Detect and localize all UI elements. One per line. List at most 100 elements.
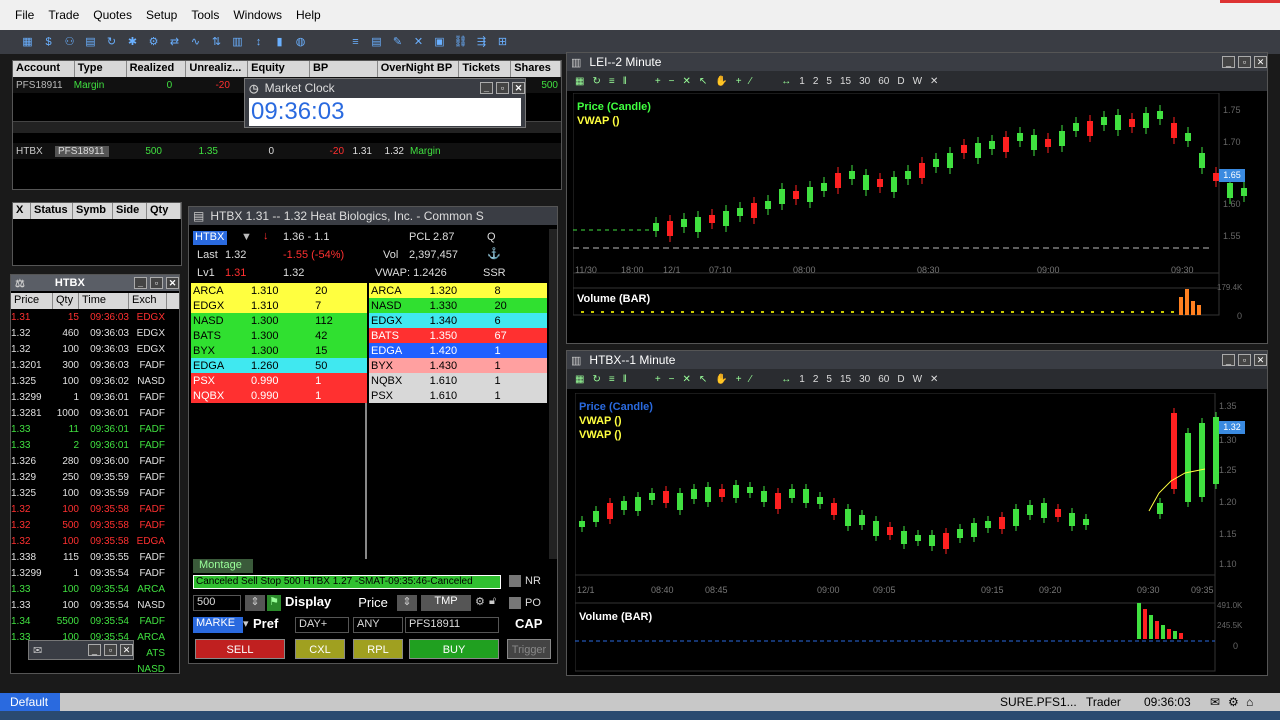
tf-2[interactable]: 2	[813, 76, 819, 87]
account-select[interactable]: PFS18911	[405, 617, 499, 633]
bid-row[interactable]: NASD 1.300 112	[191, 313, 367, 328]
menu-icon[interactable]: ≡	[609, 374, 615, 385]
col-shares[interactable]: Shares	[511, 61, 562, 77]
ts-col-exch[interactable]: Exch	[129, 293, 167, 309]
fit-icon[interactable]: ✕	[683, 374, 691, 385]
expand-icon[interactable]: ↔	[781, 374, 791, 385]
transfer-icon[interactable]: ⇄	[167, 35, 182, 49]
settings-icon[interactable]: ✱	[125, 35, 140, 49]
gear-icon[interactable]: ⚙	[146, 35, 161, 49]
flow-icon[interactable]: ⇶	[474, 35, 489, 49]
tf-15[interactable]: 15	[840, 76, 851, 87]
price-label[interactable]: Price	[349, 595, 397, 611]
maximize-icon[interactable]: ▫	[1238, 56, 1251, 68]
cxl-button[interactable]: CXL	[295, 639, 345, 659]
menu-windows[interactable]: Windows	[233, 8, 282, 22]
col-unrealized[interactable]: Unrealiz...	[186, 61, 249, 77]
close-icon[interactable]: ✕	[1254, 56, 1267, 68]
zoom-in-icon[interactable]: +	[655, 374, 661, 385]
display-label[interactable]: Display	[285, 594, 331, 609]
minimize-icon[interactable]: _	[1222, 56, 1235, 68]
col-realized[interactable]: Realized	[127, 61, 187, 77]
settings-icon[interactable]: ⚙	[1228, 695, 1239, 709]
zoom-out-icon[interactable]: −	[669, 374, 675, 385]
pause-icon[interactable]: ‖	[623, 374, 627, 385]
lock-icon[interactable]: 🔓︎	[489, 595, 496, 608]
box-icon[interactable]: ▣	[432, 35, 447, 49]
bid-row[interactable]: EDGA 1.260 50	[191, 358, 367, 373]
order-type-select[interactable]: MARKE	[193, 617, 243, 633]
tmp-button[interactable]: TMP	[421, 595, 471, 611]
bars-icon[interactable]: ▦	[575, 374, 584, 385]
quantity-stepper[interactable]: ⇕	[245, 595, 265, 611]
tools-icon[interactable]: ✎	[390, 35, 405, 49]
bid-row[interactable]: NQBX 0.990 1	[191, 388, 367, 403]
tf-60[interactable]: 60	[878, 374, 889, 385]
ask-row[interactable]: NASD 1.330 20	[369, 298, 547, 313]
mail-icon[interactable]: ✉	[1210, 695, 1220, 709]
pause-icon[interactable]: ‖	[623, 76, 627, 87]
col-type[interactable]: Type	[75, 61, 127, 77]
pref-button[interactable]: Pref	[253, 616, 283, 631]
fit-icon[interactable]: ✕	[683, 76, 691, 87]
bars-icon[interactable]: ▮	[272, 35, 287, 49]
col-tickets[interactable]: Tickets	[459, 61, 512, 77]
bars-icon[interactable]: ▦	[575, 76, 584, 87]
ts-col-qty[interactable]: Qty	[53, 293, 79, 309]
price-stepper[interactable]: ⇕	[397, 595, 417, 611]
tf-d[interactable]: D	[897, 374, 904, 385]
tf-60[interactable]: 60	[878, 76, 889, 87]
ask-row[interactable]: EDGA 1.420 1	[369, 343, 547, 358]
ask-row[interactable]: EDGX 1.340 6	[369, 313, 547, 328]
bid-row[interactable]: ARCA 1.310 20	[191, 283, 367, 298]
zoom-in-icon[interactable]: +	[655, 76, 661, 87]
refresh-icon[interactable]: ↻	[592, 76, 600, 87]
tf-5[interactable]: 5	[826, 374, 832, 385]
close-icon[interactable]: ✕	[120, 644, 133, 656]
ask-row[interactable]: BATS 1.350 67	[369, 328, 547, 343]
book-icon[interactable]: ▤	[369, 35, 384, 49]
list-icon[interactable]: ≡	[348, 35, 363, 49]
menu-trade[interactable]: Trade	[48, 8, 79, 22]
tf-30[interactable]: 30	[859, 374, 870, 385]
hand-icon[interactable]: ✋	[715, 374, 727, 385]
minimize-icon[interactable]: _	[480, 82, 493, 94]
col-account[interactable]: Account	[13, 61, 75, 77]
bid-row[interactable]: PSX 0.990 1	[191, 373, 367, 388]
orders-col-qty[interactable]: Qty	[147, 203, 181, 219]
wave-icon[interactable]: ∿	[188, 35, 203, 49]
bar-chart-icon[interactable]: ▥	[230, 35, 245, 49]
close-icon[interactable]: ✕	[166, 277, 179, 289]
maximize-icon[interactable]: ▫	[496, 82, 509, 94]
expand-icon[interactable]: ↔	[781, 76, 791, 87]
grid-icon[interactable]: ▤	[83, 35, 98, 49]
dollar-icon[interactable]: $	[41, 35, 56, 49]
trigger-button[interactable]: Trigger	[507, 639, 551, 659]
montage-tab[interactable]: Montage	[193, 559, 253, 573]
col-overnight-bp[interactable]: OverNight BP	[378, 61, 460, 77]
line-icon[interactable]: ↕	[251, 35, 266, 49]
cap-button[interactable]: CAP	[515, 616, 542, 631]
rpl-button[interactable]: RPL	[353, 639, 403, 659]
chart1-plot[interactable]	[573, 93, 1267, 341]
maximize-icon[interactable]: ▫	[104, 644, 117, 656]
draw-icon[interactable]: ⁄	[750, 76, 752, 87]
tf-w[interactable]: W	[913, 76, 922, 87]
lock-icon[interactable]: ⌂	[1246, 695, 1253, 709]
minimize-icon[interactable]: _	[88, 644, 101, 656]
settings-icon[interactable]: ⚙	[475, 595, 485, 608]
close-icon[interactable]: ✕	[512, 82, 525, 94]
tf-15[interactable]: 15	[840, 374, 851, 385]
tf-1[interactable]: 1	[799, 76, 805, 87]
zoom-out-icon[interactable]: −	[669, 76, 675, 87]
chart-icon[interactable]: ▦	[20, 35, 35, 49]
close-icon[interactable]: ✕	[930, 374, 938, 385]
people-icon[interactable]: ⚇	[62, 35, 77, 49]
cursor-icon[interactable]: ↖	[699, 374, 707, 385]
close-icon[interactable]: ✕	[930, 76, 938, 87]
hand-icon[interactable]: ✋	[715, 76, 727, 87]
quote-q[interactable]: Q	[487, 231, 496, 243]
chevron-down-icon[interactable]: ▾	[243, 617, 251, 633]
tf-d[interactable]: D	[897, 76, 904, 87]
ask-row[interactable]: PSX 1.610 1	[369, 388, 547, 403]
